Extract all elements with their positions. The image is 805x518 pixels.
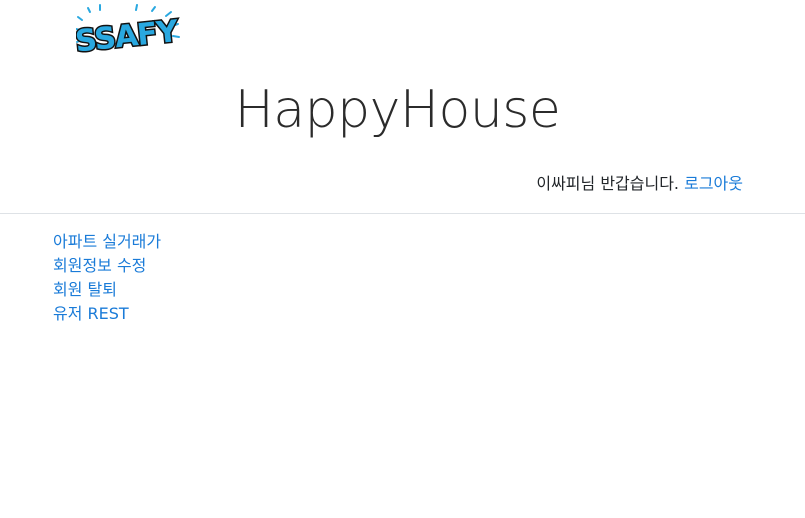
- user-rest-link[interactable]: 유저 REST: [53, 304, 129, 323]
- logo-text: SSAFY: [76, 14, 181, 58]
- user-bar: 이싸피님 반갑습니다. 로그아웃: [536, 173, 743, 195]
- header-divider: [0, 213, 805, 214]
- nav-item-edit-profile: 회원정보 수정: [53, 254, 161, 278]
- nav-menu: 아파트 실거래가 회원정보 수정 회원 탈퇴 유저 REST: [53, 230, 161, 326]
- nav-item-apartment-deals: 아파트 실거래가: [53, 230, 161, 254]
- nav-item-withdraw: 회원 탈퇴: [53, 278, 161, 302]
- withdraw-link[interactable]: 회원 탈퇴: [53, 280, 117, 299]
- welcome-message: 이싸피님 반갑습니다.: [536, 174, 680, 193]
- ssafy-logo[interactable]: SSAFY: [76, 4, 182, 58]
- logout-link[interactable]: 로그아웃: [684, 174, 743, 193]
- edit-profile-link[interactable]: 회원정보 수정: [53, 256, 146, 275]
- apartment-deals-link[interactable]: 아파트 실거래가: [53, 232, 161, 251]
- page-title: HappyHouse: [234, 80, 561, 140]
- nav-item-user-rest: 유저 REST: [53, 302, 161, 326]
- ssafy-logo-image: SSAFY: [76, 4, 182, 58]
